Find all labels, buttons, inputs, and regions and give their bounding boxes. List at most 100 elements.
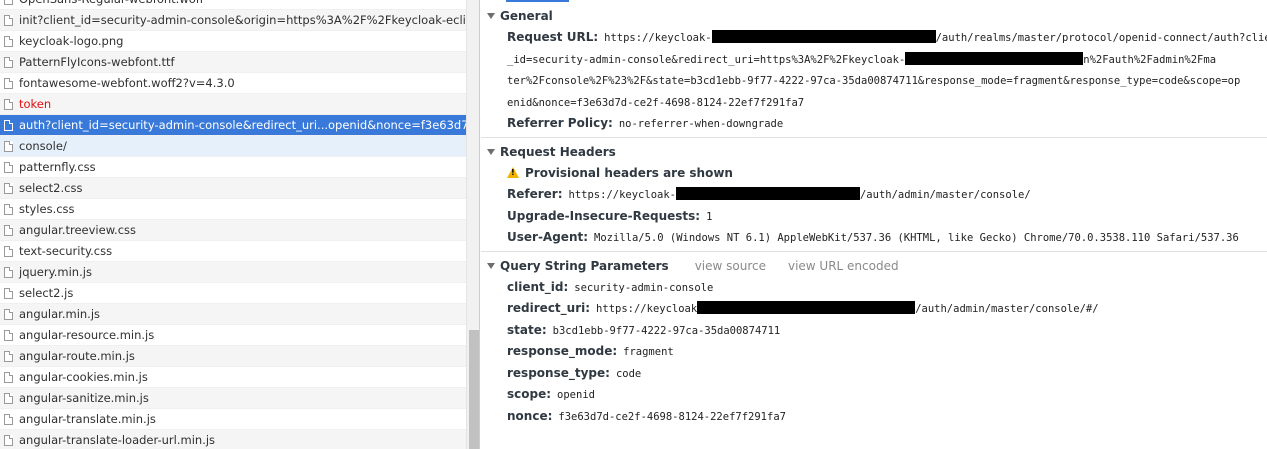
request-name: patternfly.css <box>19 160 96 174</box>
collapse-triangle-icon <box>487 13 495 19</box>
request-url-cont-3: enid&nonce=f3e63d7d-ce2f-4698-8124-22ef7… <box>481 92 1267 114</box>
request-name: angular-sanitize.min.js <box>19 391 149 405</box>
user-agent-value: Mozilla/5.0 (Windows NT 6.1) AppleWebKit… <box>594 232 1239 244</box>
request-url-row: Request URL: https://keycloak- /auth/realm… <box>481 27 1267 49</box>
request-list-item[interactable]: angular-cookies.min.js <box>0 367 466 388</box>
file-icon <box>4 57 13 68</box>
file-icon <box>4 120 13 131</box>
request-url-cont-1: _id=security-admin-console&redirect_uri=… <box>481 49 1267 71</box>
file-icon <box>4 225 13 236</box>
request-url-label: Request URL: <box>507 30 599 44</box>
file-icon <box>4 309 13 320</box>
file-icon <box>4 372 13 383</box>
referer-value-part1: https://keycloak- <box>568 189 676 201</box>
file-icon <box>4 330 13 341</box>
request-list-item[interactable]: keycloak-logo.png <box>0 31 466 52</box>
response-type-row: response_type: code <box>481 363 1267 385</box>
redirect-uri-value-part2: /auth/admin/master/console/#/ <box>915 303 1099 315</box>
client-id-label: client_id: <box>507 279 569 294</box>
file-icon <box>4 393 13 404</box>
request-name: angular-route.min.js <box>19 349 135 363</box>
request-list-item[interactable]: angular-translate.min.js <box>0 409 466 430</box>
request-list-item[interactable]: styles.css <box>0 199 466 220</box>
referrer-policy-label: Referrer Policy: <box>507 116 613 130</box>
file-icon <box>4 288 13 299</box>
request-name: angular-translate-loader-url.min.js <box>19 433 216 447</box>
file-icon <box>4 183 13 194</box>
state-label: state: <box>507 322 547 337</box>
upgrade-insecure-label: Upgrade-Insecure-Requests: <box>507 208 701 223</box>
user-agent-label: User-Agent: <box>507 230 589 244</box>
request-list-item[interactable]: angular.treeview.css <box>0 220 466 241</box>
state-row: state: b3cd1ebb-9f77-4222-97ca-35da008747… <box>481 320 1267 342</box>
request-list-item[interactable]: angular-sanitize.min.js <box>0 388 466 409</box>
request-list-item[interactable]: angular-translate-loader-url.min.js <box>0 430 466 449</box>
view-url-encoded-link[interactable]: view URL encoded <box>788 259 899 273</box>
request-list-item[interactable]: text-security.css <box>0 241 466 262</box>
scrollbar-thumb[interactable] <box>469 330 479 449</box>
request-list-item[interactable]: angular-route.min.js <box>0 346 466 367</box>
request-list-item[interactable]: auth?client_id=security-admin-console&re… <box>0 115 466 136</box>
file-icon <box>4 414 13 425</box>
request-name: angular.min.js <box>19 307 101 321</box>
file-icon <box>4 246 13 257</box>
general-section: General Request URL: https://keycloak- /au… <box>481 0 1267 138</box>
request-list-item[interactable]: angular.min.js <box>0 304 466 325</box>
request-list-item[interactable]: patternfly.css <box>0 157 466 178</box>
collapse-triangle-icon <box>487 262 495 269</box>
request-list-item[interactable]: jquery.min.js <box>0 262 466 283</box>
file-icon <box>4 141 13 152</box>
request-headers-title: Request Headers <box>500 144 616 159</box>
request-list-scrollbar[interactable] <box>466 0 479 449</box>
file-icon <box>4 351 13 362</box>
general-title: General <box>500 9 553 23</box>
request-name: fontawesome-webfont.woff2?v=4.3.0 <box>19 76 235 90</box>
redaction-bar <box>675 187 860 200</box>
view-source-link[interactable]: view source <box>695 259 766 273</box>
request-name: angular.treeview.css <box>19 223 137 237</box>
request-name: OpenSans-Regular-webfont.woff <box>19 0 204 6</box>
nonce-row: nonce: f3e63d7d-ce2f-4698-8124-22ef7f291f… <box>481 406 1267 428</box>
provisional-warning-text: Provisional headers are shown <box>525 165 733 180</box>
file-icon <box>4 204 13 215</box>
file-icon <box>4 162 13 173</box>
file-icon <box>4 15 13 26</box>
query-params-section-header[interactable]: Query String Parameters view source view U… <box>481 255 1267 277</box>
request-list-item[interactable]: init?client_id=security-admin-console&or… <box>0 10 466 31</box>
request-url-line2a: _id=security-admin-console&redirect_uri=… <box>507 53 906 66</box>
request-url-line4: enid&nonce=f3e63d7d-ce2f-4698-8124-22ef7… <box>507 96 805 109</box>
response-mode-value: fragment <box>623 346 674 358</box>
request-list-item[interactable]: select2.css <box>0 178 466 199</box>
request-list-item[interactable]: PatternFlyIcons-webfont.ttf <box>0 52 466 73</box>
client-id-value: security-admin-console <box>574 281 714 294</box>
request-url-line2b: n%2Fauth%2Fadmin%2Fma <box>1083 53 1217 66</box>
redirect-uri-row: redirect_uri: https://keycloak/auth/admin… <box>481 298 1267 320</box>
active-tab-indicator <box>506 0 569 2</box>
request-name: select2.css <box>19 181 83 195</box>
request-list-item[interactable]: select2.js <box>0 283 466 304</box>
request-name: token <box>19 97 52 111</box>
request-list-item[interactable]: fontawesome-webfont.woff2?v=4.3.0 <box>0 73 466 94</box>
file-icon <box>4 36 13 47</box>
request-list-item[interactable]: angular-resource.min.js <box>0 325 466 346</box>
response-mode-label: response_mode: <box>507 344 618 358</box>
response-mode-row: response_mode: fragment <box>481 341 1267 363</box>
referrer-policy-row: Referrer Policy: no-referrer-when-downgra… <box>481 113 1267 135</box>
request-name: angular-resource.min.js <box>19 328 155 342</box>
request-list-item[interactable]: console/ <box>0 136 466 157</box>
request-headers-section: Request Headers Provisional headers are … <box>481 138 1267 252</box>
request-name: keycloak-logo.png <box>19 34 124 48</box>
redirect-uri-value-part1: https://keycloak <box>596 303 698 315</box>
request-headers-section-header[interactable]: Request Headers <box>481 141 1267 163</box>
request-name: angular-cookies.min.js <box>19 370 148 384</box>
general-section-header[interactable]: General <box>481 5 1267 27</box>
scope-row: scope: openid <box>481 384 1267 406</box>
file-icon <box>4 99 13 110</box>
query-params-section: Query String Parameters view source view U… <box>481 252 1267 428</box>
state-value: b3cd1ebb-9f77-4222-97ca-35da00874711 <box>552 324 781 337</box>
request-list-item[interactable]: OpenSans-Regular-webfont.woff <box>0 0 466 10</box>
request-name: angular-translate.min.js <box>19 412 156 426</box>
redaction-bar <box>905 51 1084 65</box>
upgrade-insecure-row: Upgrade-Insecure-Requests: 1 <box>481 206 1267 228</box>
request-list-item[interactable]: token <box>0 94 466 115</box>
